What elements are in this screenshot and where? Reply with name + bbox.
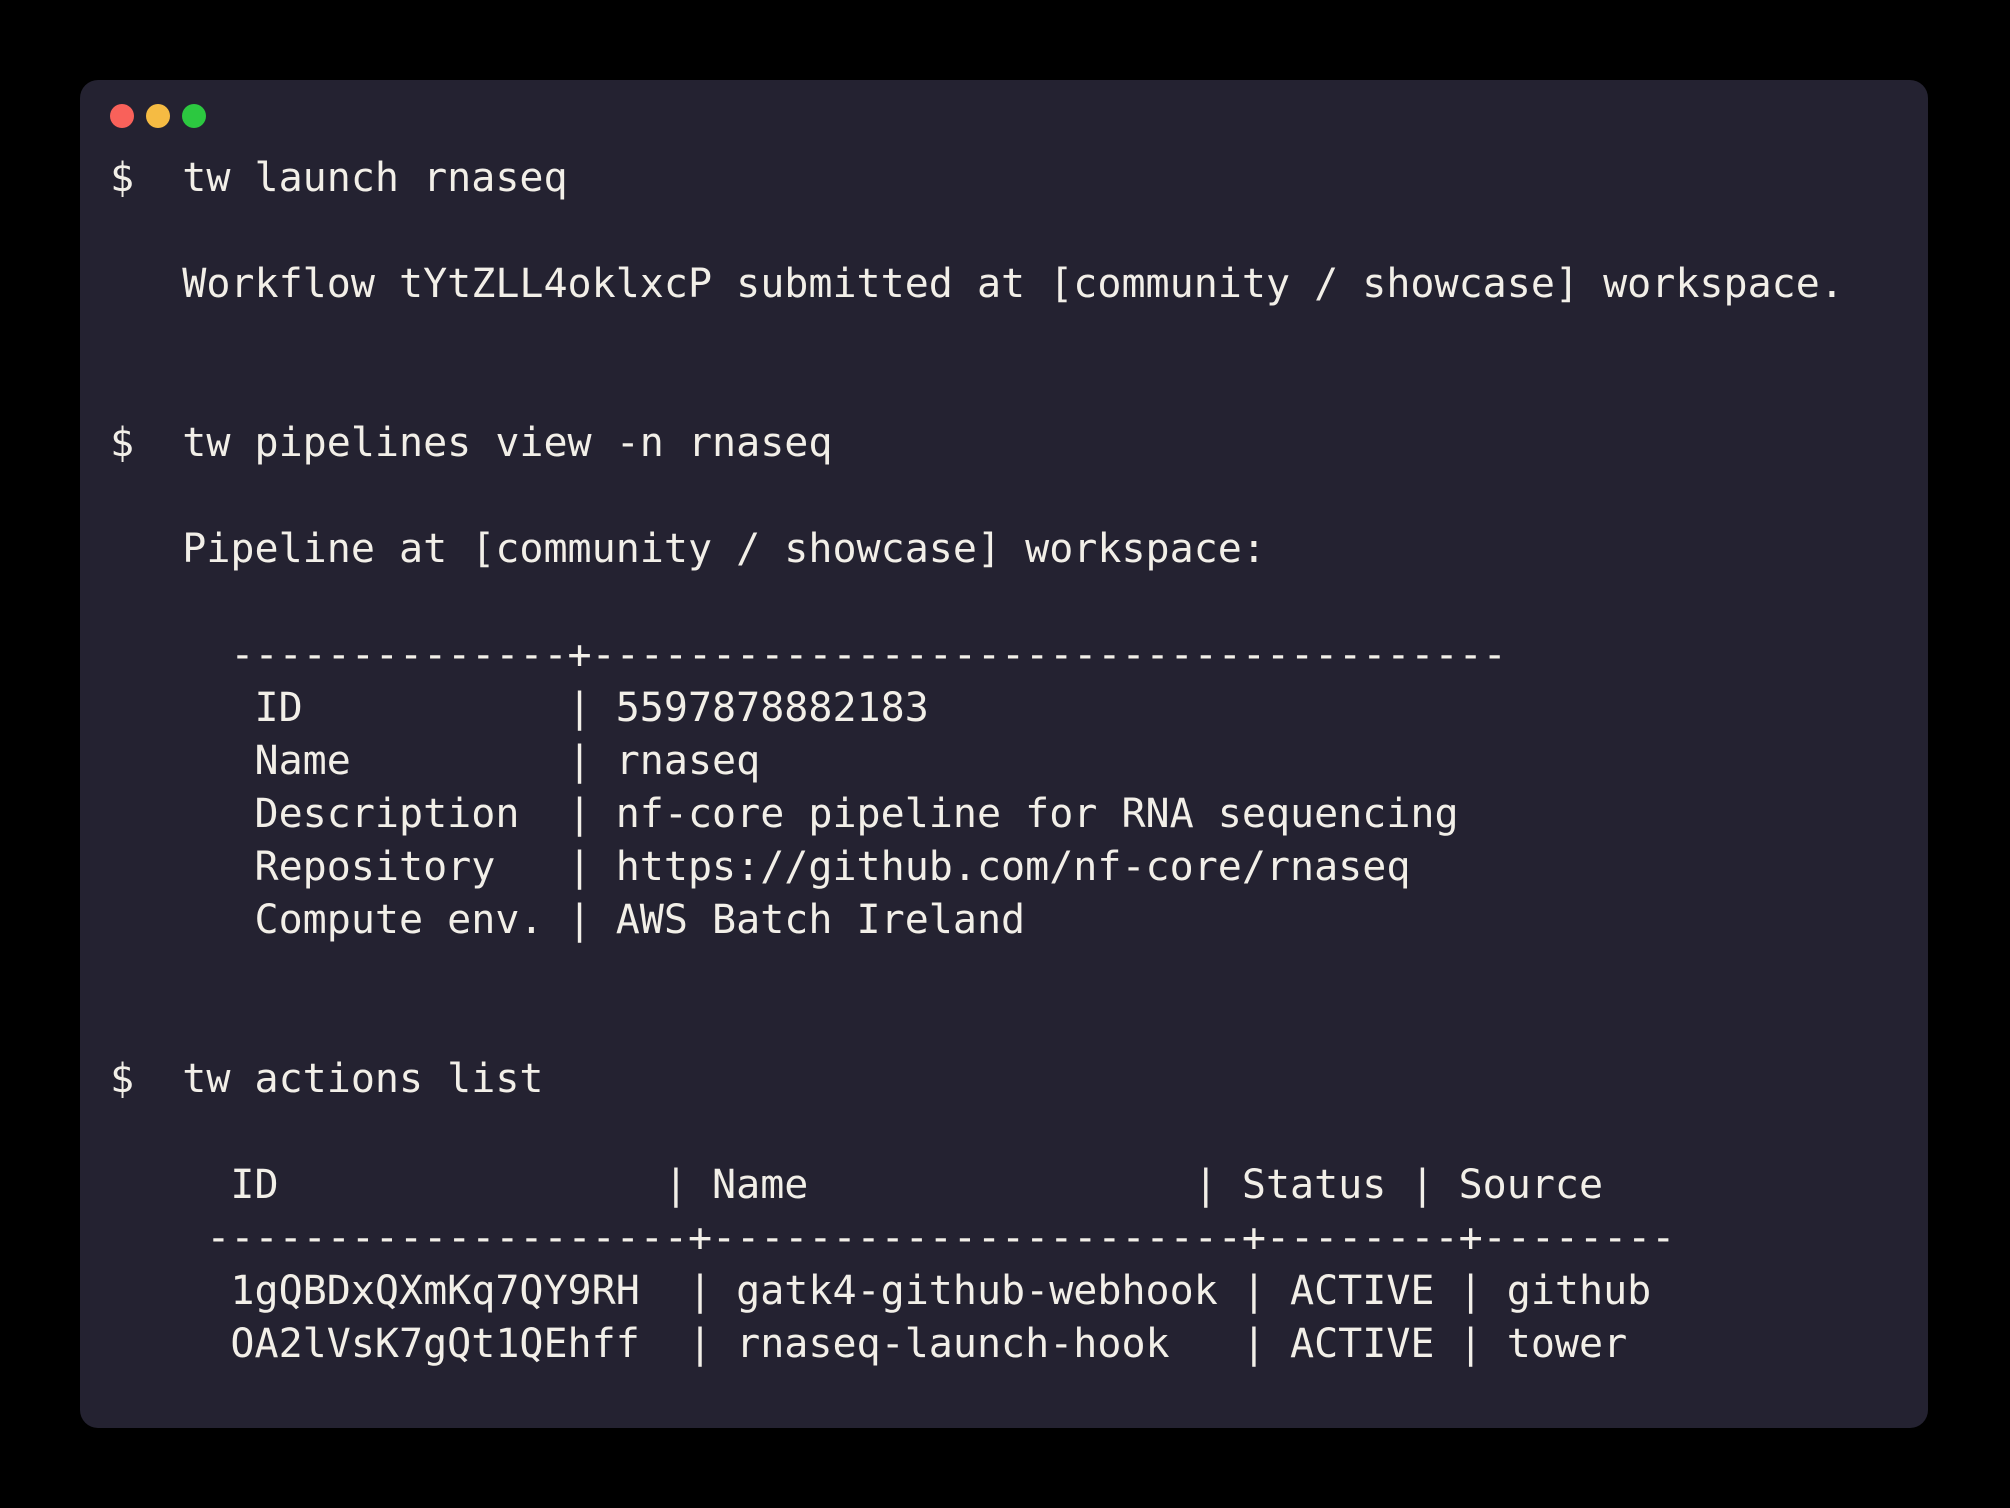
terminal-window: $ tw launch rnaseq Workflow tYtZLL4oklxc… bbox=[80, 80, 1928, 1428]
titlebar bbox=[110, 104, 1898, 128]
command-pipelines-view: $ tw pipelines view -n rnaseq bbox=[110, 417, 1898, 470]
output-workflow-submitted: Workflow tYtZLL4oklxcP submitted at [com… bbox=[110, 258, 1898, 311]
pipeline-row-id: ID | 5597878882183 bbox=[110, 682, 1898, 735]
pipeline-row-compute-env: Compute env. | AWS Batch Ireland bbox=[110, 894, 1898, 947]
zoom-button[interactable] bbox=[182, 104, 206, 128]
pipeline-row-name: Name | rnaseq bbox=[110, 735, 1898, 788]
pipeline-row-description: Description | nf-core pipeline for RNA s… bbox=[110, 788, 1898, 841]
close-button[interactable] bbox=[110, 104, 134, 128]
minimize-button[interactable] bbox=[146, 104, 170, 128]
pipeline-row-repository: Repository | https://github.com/nf-core/… bbox=[110, 841, 1898, 894]
actions-table-row: OA2lVsK7gQt1QEhff | rnaseq-launch-hook |… bbox=[110, 1318, 1898, 1371]
command-launch: $ tw launch rnaseq bbox=[110, 152, 1898, 205]
terminal-content: $ tw launch rnaseq Workflow tYtZLL4oklxc… bbox=[110, 152, 1898, 1371]
actions-table-separator: --------------------+-------------------… bbox=[110, 1212, 1898, 1265]
command-actions-list: $ tw actions list bbox=[110, 1053, 1898, 1106]
actions-table-row: 1gQBDxQXmKq7QY9RH | gatk4-github-webhook… bbox=[110, 1265, 1898, 1318]
pipeline-table-separator: --------------+-------------------------… bbox=[110, 629, 1898, 682]
output-pipeline-header: Pipeline at [community / showcase] works… bbox=[110, 523, 1898, 576]
actions-table-header: ID | Name | Status | Source bbox=[110, 1159, 1898, 1212]
